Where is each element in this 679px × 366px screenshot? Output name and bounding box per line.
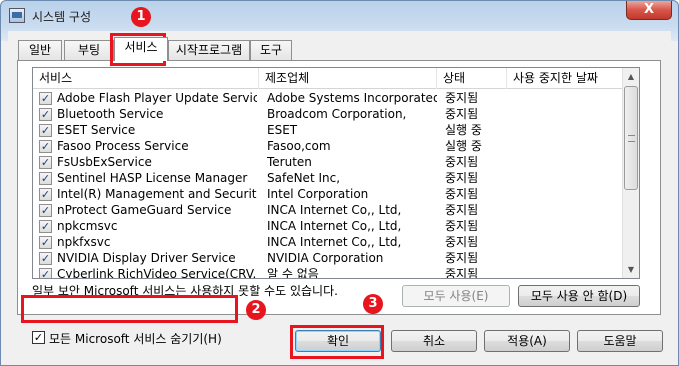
service-row[interactable]: ✓ npkcmsvc INCA Internet Co,, Ltd, 중지됨 [33,218,624,234]
service-status: 중지됨 [445,107,479,121]
service-row[interactable]: ✓ Bluetooth Service Broadcom Corporation, 중… [33,106,624,122]
service-maker: INCA Internet Co,, Ltd, [267,235,402,249]
service-maker: SafeNet Inc, [267,171,341,185]
service-maker: 알 수 없음 [267,267,319,279]
service-status: 중지됨 [445,235,479,249]
service-row[interactable]: ✓ nProtect GameGuard Service INCA Internet… [33,202,624,218]
service-status: 중지됨 [445,267,479,279]
column-header-service[interactable]: 서비스 [33,68,259,89]
service-maker: ESET [267,123,298,137]
column-header-maker[interactable]: 제조업체 [259,68,437,89]
help-button[interactable]: 도움말 [577,330,663,352]
service-status: 중지됨 [445,155,479,169]
list-header: 서비스 제조업체 상태 사용 중지한 날짜 [33,68,624,89]
scroll-thumb[interactable] [624,86,638,190]
close-button[interactable]: X [626,1,672,20]
tab-boot[interactable]: 부팅 [64,40,114,60]
service-name: npkfxsvc [57,235,111,249]
step-badge-3: 3 [363,294,383,314]
service-name: Adobe Flash Player Update Service [57,91,257,105]
service-status: 중지됨 [445,251,479,265]
hide-ms-label[interactable]: 모든 Microsoft 서비스 숨기기(H) [49,330,222,347]
service-name: Sentinel HASP License Manager [57,171,248,185]
service-checkbox[interactable]: ✓ [39,236,52,249]
security-note: 일부 보안 Microsoft 서비스는 사용하지 못할 수도 있습니다. [32,284,338,298]
service-maker: Broadcom Corporation, [267,107,407,121]
enable-all-button[interactable]: 모두 사용(E) [402,285,510,307]
column-header-status[interactable]: 상태 [437,68,507,89]
vertical-scrollbar[interactable]: ▲ ▼ [622,68,639,278]
service-name: npkcmsvc [57,219,118,233]
service-maker: NVIDIA Corporation [267,251,384,265]
service-maker: Adobe Systems Incorporated [267,91,437,105]
service-row[interactable]: ✓ Intel(R) Management and Securit,,, Intel… [33,186,624,202]
scroll-grip-icon [628,135,635,142]
service-row[interactable]: ✓ Cyberlink RichVideo Service(CRV... 알 수 없… [33,266,624,279]
service-name: NVIDIA Display Driver Service [57,251,236,265]
scroll-up-arrow-icon[interactable]: ▲ [623,68,639,85]
service-checkbox[interactable]: ✓ [39,124,52,137]
tab-general[interactable]: 일반 [18,40,62,60]
service-name: Cyberlink RichVideo Service(CRV... [57,267,257,279]
column-header-disabled-date[interactable]: 사용 중지한 날짜 [507,68,624,89]
service-row[interactable]: ✓ Adobe Flash Player Update Service Adobe … [33,90,624,106]
service-checkbox[interactable]: ✓ [39,140,52,153]
service-row[interactable]: ✓ FsUsbExService Teruten 중지됨 [33,154,624,170]
service-name: ESET Service [57,123,136,137]
service-row[interactable]: ✓ ESET Service ESET 실행 중 [33,122,624,138]
title-bar[interactable]: 시스템 구성 X [1,1,678,31]
service-status: 중지됨 [445,187,479,201]
service-maker: Fasoo,com [267,139,331,153]
service-status: 중지됨 [445,91,479,105]
tab-tools[interactable]: 도구 [250,40,292,60]
dialog-client: 일반 부팅 서비스 시작프로그램 도구 서비스 제조업체 상태 사용 중지한 날… [8,31,671,361]
service-status: 중지됨 [445,171,479,185]
service-name: Intel(R) Management and Securit,,, [57,187,257,201]
scroll-down-arrow-icon[interactable]: ▼ [623,261,639,278]
apply-button[interactable]: 적용(A) [484,330,570,352]
service-checkbox[interactable]: ✓ [39,108,52,121]
step-badge-2: 2 [246,300,266,320]
system-config-window: 시스템 구성 X 일반 부팅 서비스 시작프로그램 도구 서비스 제조업체 상태… [0,0,679,366]
services-panel: 서비스 제조업체 상태 사용 중지한 날짜 ✓ Adobe Flash Playe… [17,60,661,346]
tab-startup[interactable]: 시작프로그램 [168,40,250,60]
service-row[interactable]: ✓ Sentinel HASP License Manager SafeNet In… [33,170,624,186]
service-name: Fasoo Process Service [57,139,189,153]
service-row[interactable]: ✓ npkfxsvc INCA Internet Co,, Ltd, 중지됨 [33,234,624,250]
hide-ms-checkbox[interactable]: ✓ [32,331,45,344]
disable-all-button[interactable]: 모두 사용 안 함(D) [518,285,640,307]
service-name: FsUsbExService [57,155,152,169]
service-checkbox[interactable]: ✓ [39,252,52,265]
service-checkbox[interactable]: ✓ [39,172,52,185]
tab-services[interactable]: 서비스 [114,37,168,61]
service-maker: Teruten [267,155,312,169]
service-row[interactable]: ✓ NVIDIA Display Driver Service NVIDIA Cor… [33,250,624,266]
service-status: 실행 중 [445,123,482,137]
service-checkbox[interactable]: ✓ [39,268,52,278]
window-title: 시스템 구성 [32,10,92,24]
ok-button[interactable]: 확인 [295,330,381,352]
service-name: Bluetooth Service [57,107,164,121]
service-checkbox[interactable]: ✓ [39,156,52,169]
service-checkbox[interactable]: ✓ [39,188,52,201]
step-badge-1: 1 [131,7,151,27]
cancel-button[interactable]: 취소 [391,330,477,352]
service-status: 실행 중 [445,139,482,153]
service-maker: INCA Internet Co,, Ltd, [267,203,402,217]
service-status: 중지됨 [445,219,479,233]
service-maker: Intel Corporation [267,187,369,201]
services-list[interactable]: 서비스 제조업체 상태 사용 중지한 날짜 ✓ Adobe Flash Playe… [32,67,640,279]
service-checkbox[interactable]: ✓ [39,220,52,233]
service-status: 중지됨 [445,203,479,217]
service-maker: INCA Internet Co,, Ltd, [267,219,402,233]
service-name: nProtect GameGuard Service [57,203,232,217]
service-checkbox[interactable]: ✓ [39,204,52,217]
system-config-icon [9,8,25,23]
service-row[interactable]: ✓ Fasoo Process Service Fasoo,com 실행 중 [33,138,624,154]
service-checkbox[interactable]: ✓ [39,92,52,105]
